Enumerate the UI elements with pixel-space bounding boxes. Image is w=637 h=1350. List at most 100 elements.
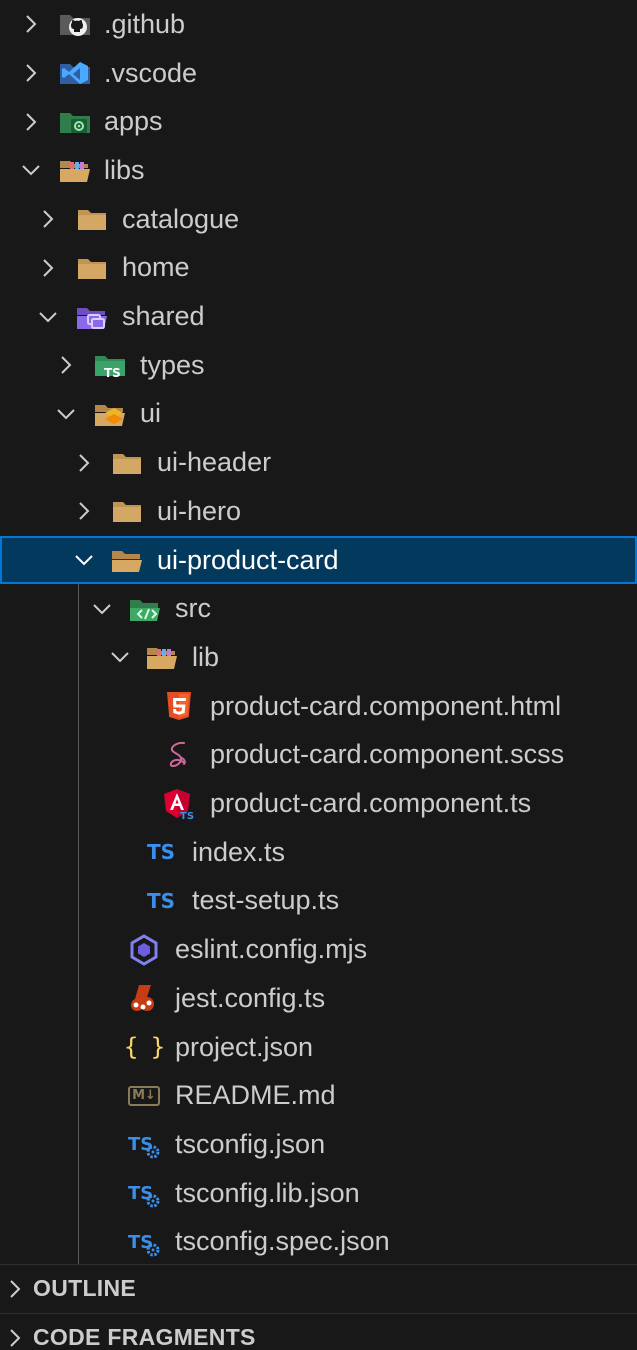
- apps-folder-icon: [58, 105, 92, 139]
- tree-item-ui-header[interactable]: ui-header: [0, 438, 637, 487]
- tree-item-label: tsconfig.json: [175, 1128, 326, 1159]
- folder-open-icon: [110, 543, 144, 577]
- tree-item-shared[interactable]: shared: [0, 292, 637, 341]
- tsconfig-icon: TS: [127, 1225, 161, 1259]
- angular-ts-icon: TS: [162, 787, 196, 821]
- svg-text:TS: TS: [128, 1232, 153, 1253]
- chevron-right-icon[interactable]: [4, 1327, 26, 1349]
- tree-item-label: ui-hero: [157, 495, 242, 526]
- code-fragments-section-title: CODE FRAGMENTS: [33, 1324, 256, 1350]
- chevron-right-icon[interactable]: [20, 13, 42, 35]
- tree-item-index-ts[interactable]: TS index.ts: [0, 828, 637, 877]
- tree-item-libs[interactable]: libs: [0, 146, 637, 195]
- json-icon: { }: [123, 1033, 165, 1062]
- svg-text:TS: TS: [128, 1183, 153, 1204]
- folder-icon: [110, 446, 144, 480]
- chevron-right-icon[interactable]: [73, 500, 95, 522]
- markdown-badge: M↓: [128, 1085, 160, 1106]
- tree-item-label: product-card.component.ts: [210, 788, 532, 819]
- chevron-right-icon[interactable]: [55, 354, 77, 376]
- svg-text:TS: TS: [104, 366, 121, 380]
- libs-folder-open-icon: [58, 153, 92, 187]
- chevron-right-icon[interactable]: [37, 208, 59, 230]
- chevron-down-icon[interactable]: [55, 403, 77, 425]
- code-fragments-section-header[interactable]: CODE FRAGMENTS: [0, 1313, 637, 1350]
- tree-item-tsconfig[interactable]: TS tsconfig.json: [0, 1120, 637, 1169]
- tree-item-component-html[interactable]: product-card.component.html: [0, 682, 637, 731]
- folder-icon: [110, 494, 144, 528]
- typescript-icon: TS: [146, 888, 176, 913]
- markdown-icon: M↓: [127, 1079, 161, 1113]
- chevron-down-icon[interactable]: [109, 646, 131, 668]
- tree-item-types[interactable]: TS types: [0, 341, 637, 390]
- tree-item-tsconfig-spec[interactable]: TS tsconfig.spec.json: [0, 1218, 637, 1267]
- tree-item-label: home: [122, 252, 190, 283]
- tree-item-label: types: [140, 349, 205, 380]
- tree-item-label: ui-product-card: [157, 544, 339, 575]
- tree-item-apps[interactable]: apps: [0, 97, 637, 146]
- sass-icon: [162, 738, 196, 772]
- tree-item-readme[interactable]: M↓ README.md: [0, 1071, 637, 1120]
- tree-item-catalogue[interactable]: catalogue: [0, 195, 637, 244]
- tree-item-label: apps: [104, 106, 163, 137]
- lib-folder-open-icon: [145, 640, 179, 674]
- tree-item-ui-hero[interactable]: ui-hero: [0, 487, 637, 536]
- tree-item-label: src: [175, 593, 211, 624]
- tree-item-label: .github: [104, 8, 186, 39]
- tree-item-vscode[interactable]: .vscode: [0, 49, 637, 98]
- tree-item-tsconfig-lib[interactable]: TS tsconfig.lib.json: [0, 1169, 637, 1218]
- tree-item-home[interactable]: home: [0, 244, 637, 293]
- tree-item-label: ui: [140, 398, 162, 429]
- tree-item-label: ui-header: [157, 447, 272, 478]
- tree-item-label: eslint.config.mjs: [175, 934, 368, 965]
- html5-icon: [162, 689, 196, 723]
- outline-section-title: OUTLINE: [33, 1275, 137, 1301]
- chevron-right-icon[interactable]: [20, 62, 42, 84]
- chevron-right-icon[interactable]: [37, 257, 59, 279]
- tree-item-label: lib: [192, 641, 220, 672]
- outline-section-header[interactable]: OUTLINE: [0, 1264, 637, 1312]
- ui-folder-open-icon: [93, 397, 127, 431]
- indent-guide: [78, 583, 79, 1264]
- tree-item-ui-product-card[interactable]: ui-product-card: [0, 535, 637, 585]
- tree-item-label: .vscode: [104, 57, 198, 88]
- svg-text:TS: TS: [128, 1134, 153, 1155]
- folder-icon: [75, 202, 109, 236]
- chevron-down-icon[interactable]: [73, 549, 95, 571]
- tree-item-github[interactable]: .github: [0, 0, 637, 49]
- tree-item-eslint-config[interactable]: eslint.config.mjs: [0, 925, 637, 974]
- tree-item-test-setup-ts[interactable]: TS test-setup.ts: [0, 877, 637, 926]
- tree-item-label: index.ts: [192, 836, 286, 867]
- explorer-panel: .github .vscode apps libs catalogue home…: [0, 0, 637, 1350]
- tree-item-label: tsconfig.lib.json: [175, 1177, 360, 1208]
- chevron-right-icon[interactable]: [4, 1278, 26, 1300]
- tree-item-label: libs: [104, 154, 145, 185]
- tree-item-label: catalogue: [122, 203, 240, 234]
- chevron-right-icon[interactable]: [20, 111, 42, 133]
- tree-item-label: test-setup.ts: [192, 885, 340, 916]
- file-tree: .github .vscode apps libs catalogue home…: [0, 0, 637, 1264]
- tree-item-component-ts[interactable]: TS product-card.component.ts: [0, 779, 637, 828]
- shared-folder-open-icon: [75, 300, 109, 334]
- github-folder-icon: [58, 7, 92, 41]
- src-folder-open-icon: [128, 592, 162, 626]
- tsconfig-icon: TS: [127, 1176, 161, 1210]
- eslint-icon: [127, 933, 161, 967]
- tree-item-jest-config[interactable]: jest.config.ts: [0, 974, 637, 1023]
- chevron-down-icon[interactable]: [37, 306, 59, 328]
- vscode-folder-icon: [58, 56, 92, 90]
- svg-text:TS: TS: [180, 811, 194, 821]
- tree-item-label: tsconfig.spec.json: [175, 1226, 390, 1257]
- tree-item-label: project.json: [175, 1031, 314, 1062]
- chevron-down-icon[interactable]: [91, 598, 113, 620]
- tree-item-lib[interactable]: lib: [0, 633, 637, 682]
- chevron-right-icon[interactable]: [73, 452, 95, 474]
- tree-item-label: jest.config.ts: [175, 982, 326, 1013]
- chevron-down-icon[interactable]: [20, 159, 42, 181]
- tree-item-src[interactable]: src: [0, 584, 637, 633]
- tree-item-project-json[interactable]: { } project.json: [0, 1023, 637, 1072]
- jest-icon: [127, 981, 161, 1015]
- typescript-icon: TS: [146, 840, 176, 865]
- tree-item-component-scss[interactable]: product-card.component.scss: [0, 731, 637, 780]
- tree-item-ui[interactable]: ui: [0, 390, 637, 439]
